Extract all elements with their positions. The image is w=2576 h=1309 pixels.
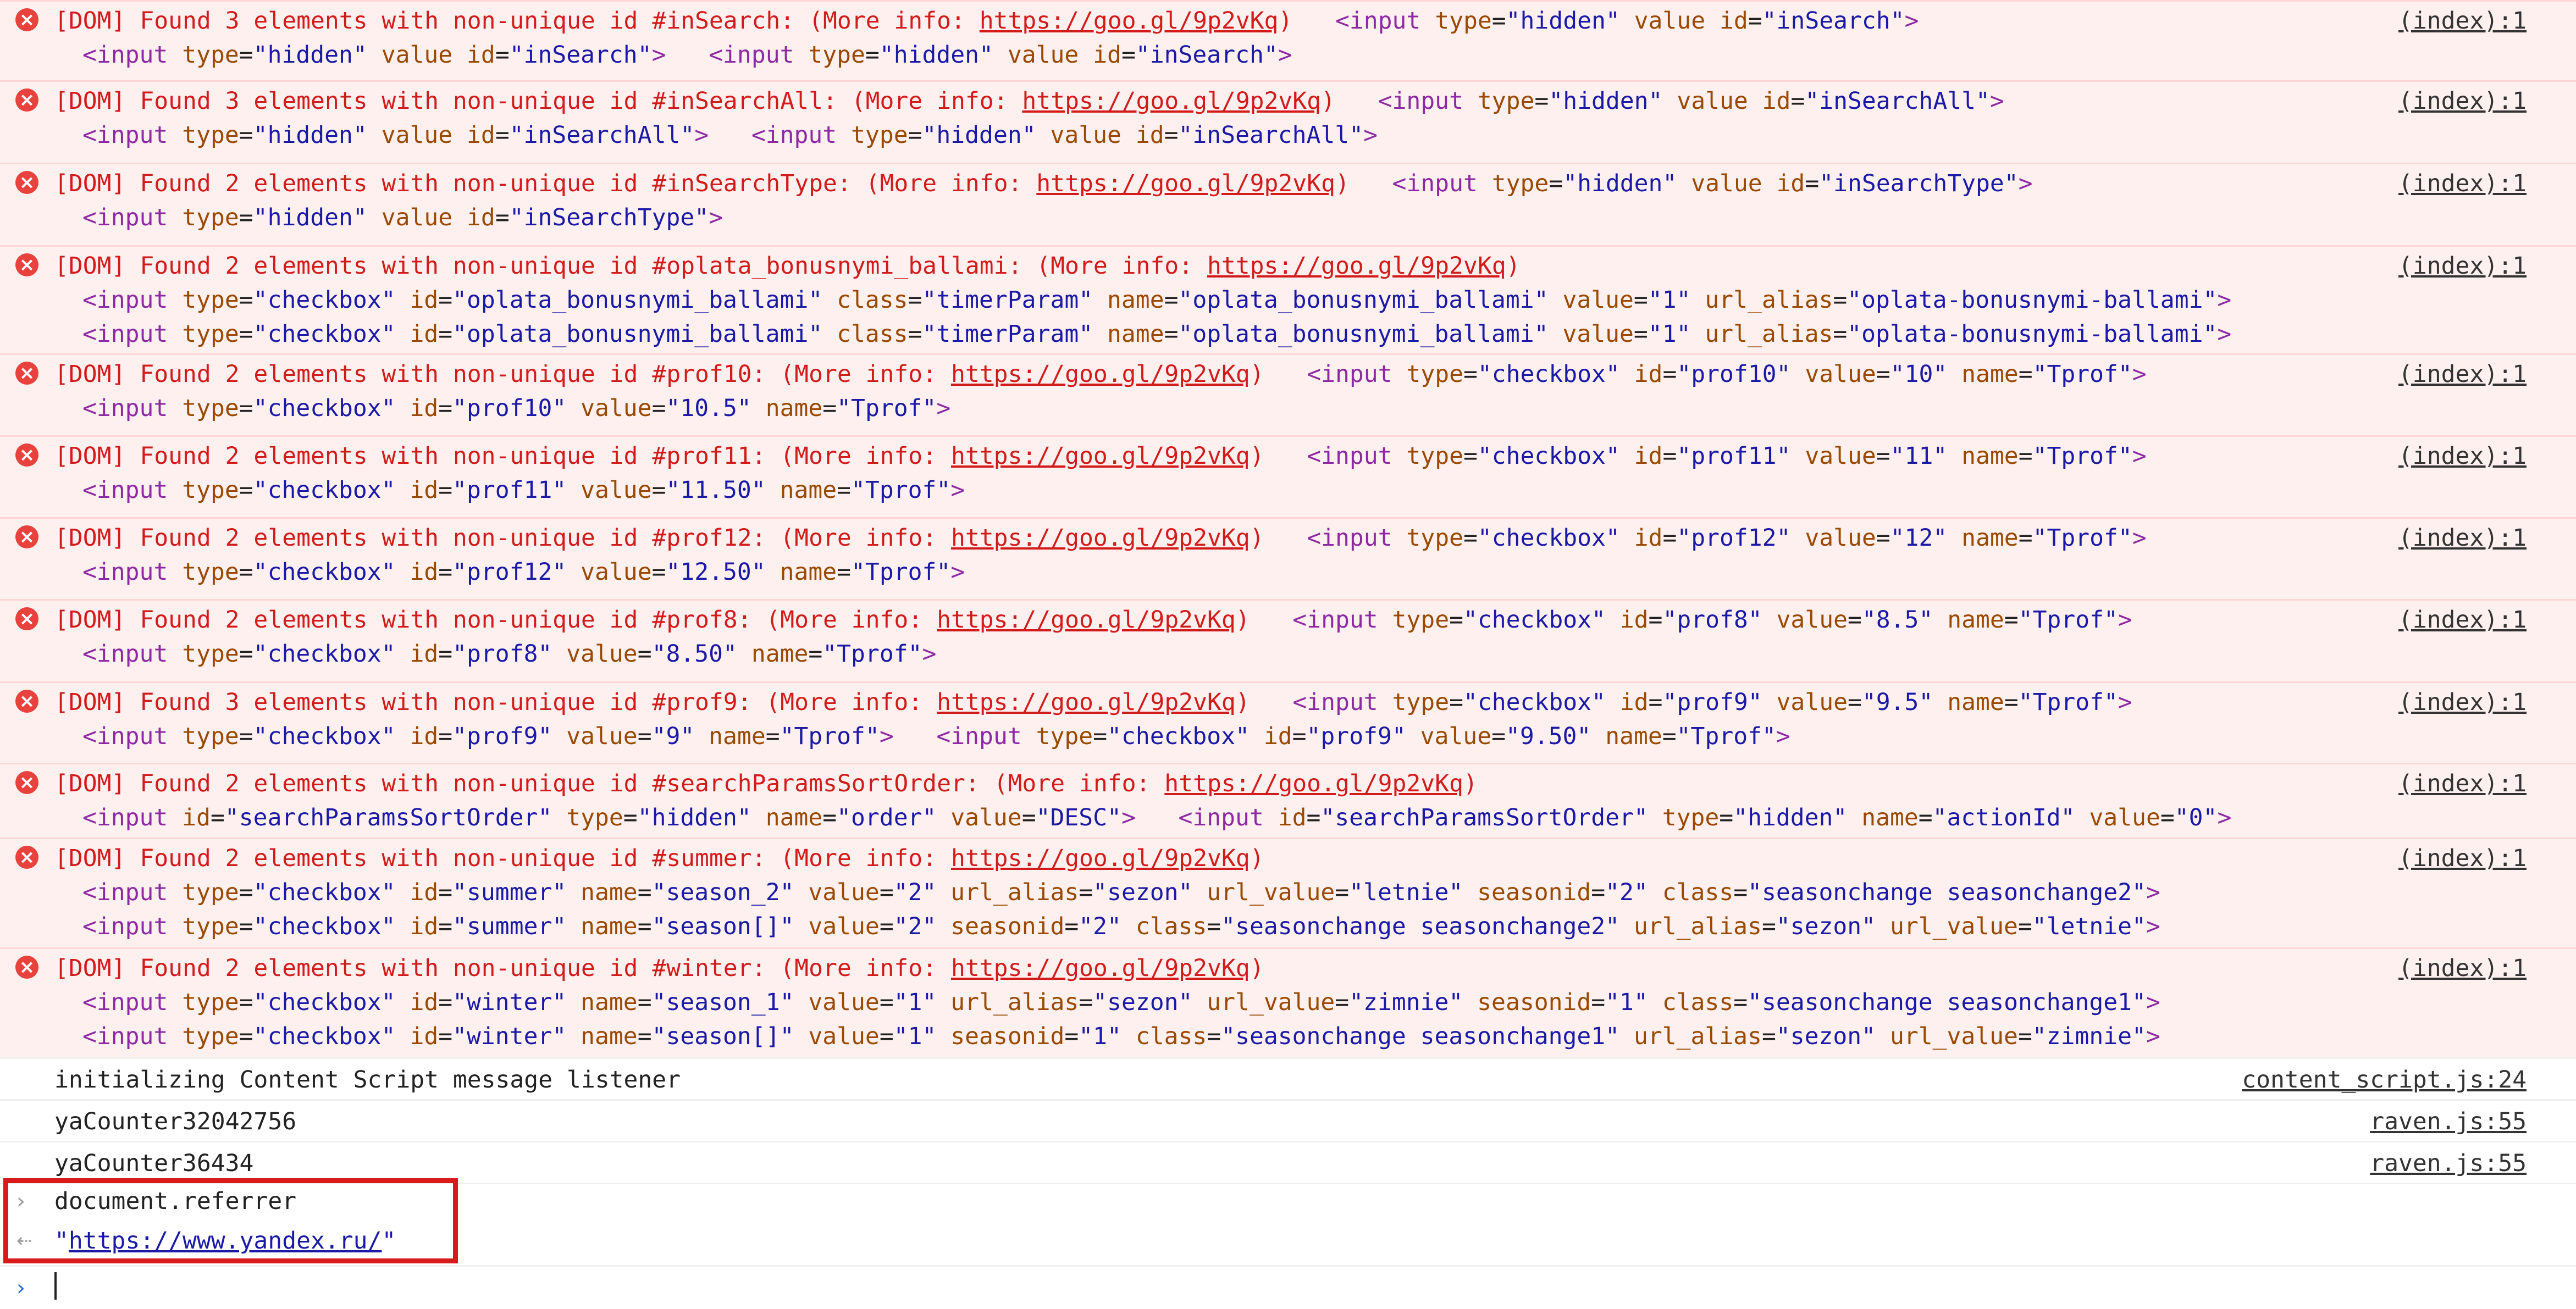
error-message-text: [DOM] Found 2 elements with non-unique i… xyxy=(54,252,1521,280)
error-element-snippet: <input type="checkbox" id="prof10" value… xyxy=(82,395,951,422)
evaluation-result[interactable]: "https://www.yandex.ru/" xyxy=(54,1224,396,1258)
error-message-text: [DOM] Found 2 elements with non-unique i… xyxy=(54,170,2033,197)
error-element-snippet: <input type="hidden" value id="inSearch"… xyxy=(82,41,1292,69)
error-circle-x-icon: × xyxy=(15,171,38,194)
source-link[interactable]: (index):1 xyxy=(2398,357,2527,391)
chevron-right-icon: › xyxy=(16,1275,25,1301)
error-message-text: [DOM] Found 2 elements with non-unique i… xyxy=(54,955,1264,982)
source-link[interactable]: (index):1 xyxy=(2398,439,2527,473)
error-message-text: [DOM] Found 2 elements with non-unique i… xyxy=(54,442,2147,470)
error-message-text: [DOM] Found 2 elements with non-unique i… xyxy=(54,524,2147,552)
console-error-message[interactable]: × [DOM] Found 2 elements with non-unique … xyxy=(0,763,2576,837)
error-circle-x-icon: × xyxy=(15,362,38,385)
error-circle-x-icon: × xyxy=(15,525,38,548)
error-message-text: [DOM] Found 3 elements with non-unique i… xyxy=(54,87,2004,115)
evaluated-expression: document.referrer xyxy=(54,1188,297,1215)
console-log-message: yaCounter32042756 raven.js:55 xyxy=(0,1099,2576,1141)
log-text: yaCounter36434 xyxy=(54,1150,254,1177)
source-link[interactable]: raven.js:55 xyxy=(2370,1105,2527,1139)
source-link[interactable]: (index):1 xyxy=(2398,167,2527,201)
source-link[interactable]: raven.js:55 xyxy=(2370,1146,2527,1180)
error-circle-x-icon: × xyxy=(15,88,38,112)
error-element-snippet: <input type="checkbox" id="winter" name=… xyxy=(82,1023,2160,1050)
error-circle-x-icon: × xyxy=(15,253,38,276)
error-message-text: [DOM] Found 2 elements with non-unique i… xyxy=(54,606,2132,634)
devtools-console: × [DOM] Found 3 elements with non-unique … xyxy=(0,0,2576,1309)
log-text: yaCounter32042756 xyxy=(54,1108,297,1135)
console-error-message[interactable]: × [DOM] Found 2 elements with non-unique … xyxy=(0,163,2576,245)
source-link[interactable]: (index):1 xyxy=(2398,84,2527,118)
source-link[interactable]: (index):1 xyxy=(2398,841,2527,875)
error-element-snippet: <input type="hidden" value id="inSearchT… xyxy=(82,204,723,231)
error-circle-x-icon: × xyxy=(15,443,38,467)
source-link[interactable]: (index):1 xyxy=(2398,951,2527,985)
error-message-text: [DOM] Found 2 elements with non-unique i… xyxy=(54,770,1478,797)
console-error-message[interactable]: × [DOM] Found 2 elements with non-unique … xyxy=(0,245,2576,353)
error-element-snippet: <input type="checkbox" id="prof8" value=… xyxy=(82,640,937,668)
chevron-right-icon: › xyxy=(16,1189,25,1214)
error-message-text: [DOM] Found 2 elements with non-unique i… xyxy=(54,360,2147,388)
error-element-snippet: <input type="hidden" value id="inSearchA… xyxy=(82,121,1378,149)
console-error-message[interactable]: × [DOM] Found 2 elements with non-unique … xyxy=(0,517,2576,599)
error-element-snippet: <input type="checkbox" id="summer" name=… xyxy=(82,879,2160,906)
error-element-snippet: <input type="checkbox" id="prof9" value=… xyxy=(82,723,1790,750)
error-circle-x-icon: × xyxy=(15,607,38,630)
return-arrow-icon: ⇠ xyxy=(16,1230,32,1252)
console-error-message[interactable]: × [DOM] Found 3 elements with non-unique … xyxy=(0,681,2576,763)
source-link[interactable]: (index):1 xyxy=(2398,4,2527,38)
log-text: initializing Content Script message list… xyxy=(54,1066,681,1094)
console-error-message[interactable]: × [DOM] Found 2 elements with non-unique … xyxy=(0,837,2576,947)
text-caret xyxy=(54,1272,57,1300)
console-error-message[interactable]: × [DOM] Found 3 elements with non-unique … xyxy=(0,0,2576,80)
source-link[interactable]: content_script.js:24 xyxy=(2242,1063,2527,1097)
error-message-text: [DOM] Found 3 elements with non-unique i… xyxy=(54,689,2132,716)
console-evaluation: › document.referrer ⇠ "https://www.yandex.r… xyxy=(0,1183,2576,1265)
error-element-snippet: <input type="checkbox" id="oplata_bonusn… xyxy=(82,286,2232,314)
source-link[interactable]: (index):1 xyxy=(2398,767,2527,801)
console-error-message[interactable]: × [DOM] Found 2 elements with non-unique … xyxy=(0,353,2576,435)
source-link[interactable]: (index):1 xyxy=(2398,603,2527,637)
error-message-text: [DOM] Found 3 elements with non-unique i… xyxy=(54,7,1919,35)
console-log-message: initializing Content Script message list… xyxy=(0,1057,2576,1099)
console-error-message[interactable]: × [DOM] Found 2 elements with non-unique … xyxy=(0,435,2576,517)
source-link[interactable]: (index):1 xyxy=(2398,249,2527,283)
console-error-message[interactable]: × [DOM] Found 3 elements with non-unique … xyxy=(0,80,2576,163)
error-circle-x-icon: × xyxy=(15,956,38,979)
console-prompt[interactable]: › xyxy=(0,1265,2576,1309)
source-link[interactable]: (index):1 xyxy=(2398,521,2527,555)
error-element-snippet: <input id="searchParamsSortOrder" type="… xyxy=(82,804,2232,831)
error-element-snippet: <input type="checkbox" id="summer" name=… xyxy=(82,913,2160,940)
error-circle-x-icon: × xyxy=(15,690,38,713)
error-element-snippet: <input type="checkbox" id="prof11" value… xyxy=(82,476,965,504)
console-error-message[interactable]: × [DOM] Found 2 elements with non-unique … xyxy=(0,947,2576,1057)
error-circle-x-icon: × xyxy=(15,771,38,794)
console-log-message: yaCounter36434 raven.js:55 xyxy=(0,1141,2576,1183)
error-circle-x-icon: × xyxy=(15,846,38,869)
error-element-snippet: <input type="checkbox" id="prof12" value… xyxy=(82,558,965,586)
console-error-message[interactable]: × [DOM] Found 2 elements with non-unique … xyxy=(0,599,2576,681)
error-message-text: [DOM] Found 2 elements with non-unique i… xyxy=(54,845,1264,872)
error-element-snippet: <input type="checkbox" id="winter" name=… xyxy=(82,989,2160,1016)
error-element-snippet: <input type="checkbox" id="oplata_bonusn… xyxy=(82,320,2232,348)
source-link[interactable]: (index):1 xyxy=(2398,685,2527,719)
error-circle-x-icon: × xyxy=(15,8,38,31)
